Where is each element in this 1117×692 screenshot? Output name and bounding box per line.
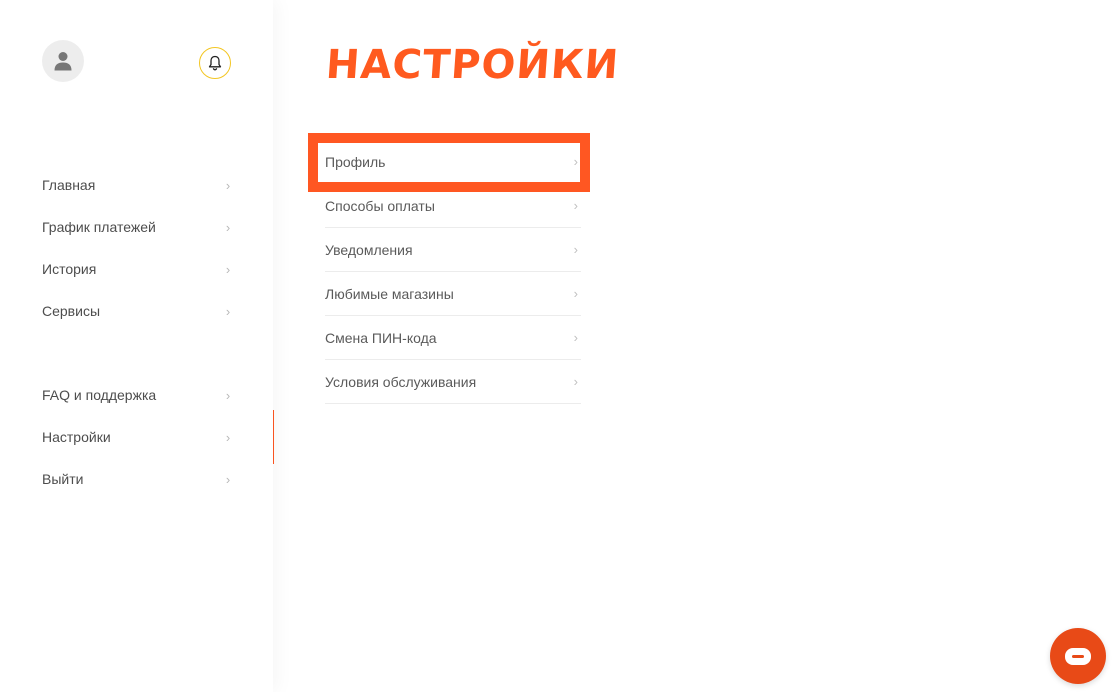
settings-item-label: Условия обслуживания	[325, 373, 477, 390]
chevron-right-icon: ›	[573, 286, 578, 301]
settings-item-notifications[interactable]: Уведомления ›	[325, 228, 581, 272]
chat-button[interactable]	[1050, 628, 1106, 684]
sidebar-item-payment-schedule[interactable]: График платежей ›	[42, 212, 232, 242]
sidebar-item-faq-support[interactable]: FAQ и поддержка ›	[42, 380, 232, 410]
chevron-right-icon: ›	[573, 198, 578, 213]
settings-item-label: Любимые магазины	[325, 285, 454, 302]
chat-bubble-icon	[1065, 647, 1091, 665]
chevron-right-icon: ›	[225, 303, 231, 319]
chevron-right-icon: ›	[573, 374, 578, 389]
chevron-right-icon: ›	[573, 330, 578, 345]
sidebar: Главная › График платежей › История › Се…	[0, 0, 273, 692]
main-content: НАСТРОЙКИ Профиль › Способы оплаты › Уве…	[273, 0, 1117, 692]
sidebar-item-logout[interactable]: Выйти ›	[42, 464, 232, 494]
sidebar-item-services[interactable]: Сервисы ›	[42, 296, 232, 326]
settings-item-label: Смена ПИН-кода	[325, 329, 437, 346]
chevron-right-icon: ›	[225, 471, 231, 487]
settings-item-label: Профиль	[325, 153, 386, 170]
settings-item-label: Уведомления	[325, 241, 413, 258]
sidebar-item-label: Выйти	[42, 471, 84, 487]
settings-item-payment-methods[interactable]: Способы оплаты ›	[325, 184, 581, 228]
settings-item-terms[interactable]: Условия обслуживания ›	[325, 360, 581, 404]
sidebar-item-history[interactable]: История ›	[42, 254, 232, 284]
settings-item-label: Способы оплаты	[325, 197, 435, 214]
chevron-right-icon: ›	[225, 429, 231, 445]
settings-item-profile[interactable]: Профиль ›	[325, 140, 581, 184]
settings-menu: Профиль › Способы оплаты › Уведомления ›…	[325, 140, 581, 404]
sidebar-item-label: График платежей	[42, 219, 156, 235]
chevron-right-icon: ›	[573, 154, 578, 169]
sidebar-item-label: Сервисы	[42, 303, 101, 319]
chevron-right-icon: ›	[573, 242, 578, 257]
sidebar-item-label: Настройки	[42, 429, 111, 445]
bell-icon	[208, 55, 222, 71]
page-title: НАСТРОЙКИ	[324, 42, 621, 88]
avatar[interactable]	[42, 40, 84, 82]
sidebar-item-label: Главная	[42, 177, 96, 193]
notifications-button[interactable]	[199, 47, 231, 79]
sidebar-item-label: История	[42, 261, 97, 277]
user-icon	[54, 52, 72, 71]
chevron-right-icon: ›	[225, 261, 231, 277]
chevron-right-icon: ›	[225, 219, 231, 235]
sidebar-item-settings[interactable]: Настройки ›	[42, 422, 232, 452]
settings-item-favorite-stores[interactable]: Любимые магазины ›	[325, 272, 581, 316]
sidebar-item-label: FAQ и поддержка	[42, 387, 157, 403]
settings-item-change-pin[interactable]: Смена ПИН-кода ›	[325, 316, 581, 360]
chevron-right-icon: ›	[225, 177, 231, 193]
chevron-right-icon: ›	[225, 387, 231, 403]
sidebar-item-home[interactable]: Главная ›	[42, 170, 232, 200]
